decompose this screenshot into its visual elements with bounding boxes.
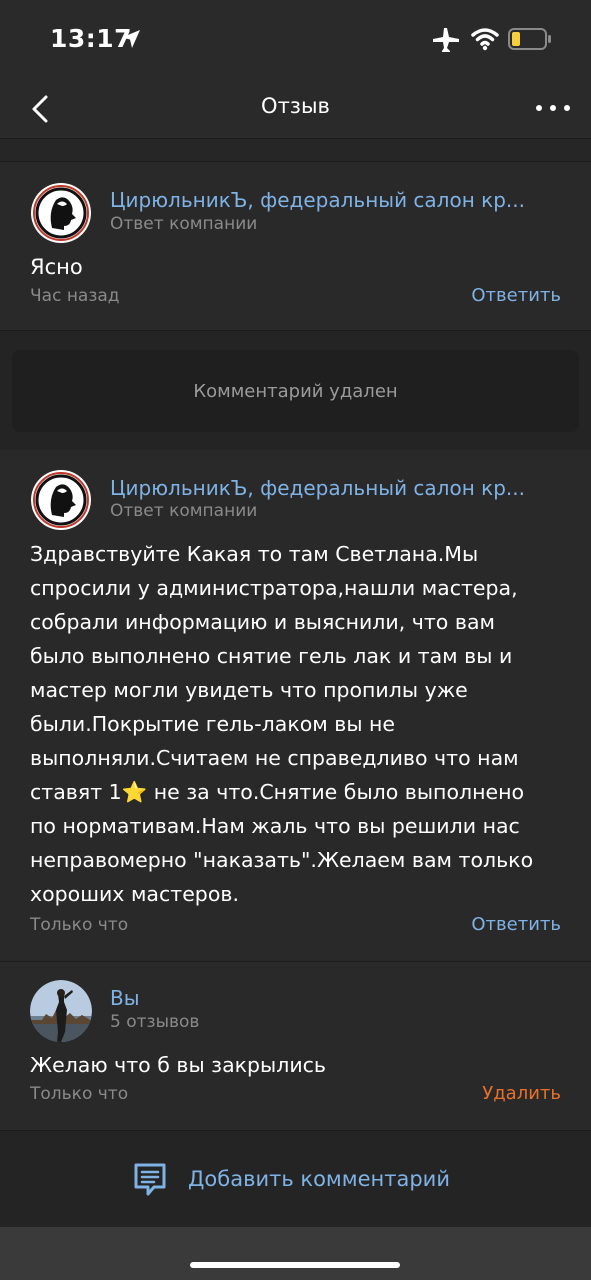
comment-text-line: хороших мастеров. — [30, 882, 239, 906]
author-subtitle: Ответ компании — [110, 214, 258, 234]
delete-button[interactable]: Удалить — [482, 1083, 561, 1104]
comment-text: Желаю что б вы закрылись — [30, 1053, 327, 1077]
author-name[interactable]: Вы — [110, 986, 140, 1010]
comment-card: Вы 5 отзывов Желаю что б вы закрылись То… — [0, 962, 591, 1131]
comment-text-line: выполняли.Считаем не справедливо что нам — [30, 746, 519, 770]
reply-button[interactable]: Ответить — [471, 914, 561, 935]
author-name[interactable]: ЦирюльникЪ, федеральный салон кр... — [110, 188, 525, 212]
wifi-icon — [471, 28, 499, 51]
comment-text-line: по нормативам.Нам жаль что вы решили нас — [30, 814, 520, 838]
battery-icon — [508, 28, 551, 50]
comment-text-line: спросили у администратора,нашли мастера, — [30, 576, 518, 600]
comment-card: ЦирюльникЪ, федеральный салон кр... Отве… — [0, 162, 591, 331]
divider — [0, 139, 591, 162]
bottom-bar — [0, 1227, 591, 1280]
comment-text-line: было выполнено снятие гель лак и там вы … — [30, 644, 513, 668]
airplane-icon — [433, 28, 459, 52]
reply-button[interactable]: Ответить — [471, 285, 561, 306]
deleted-comment-notice: Комментарий удален — [12, 350, 579, 432]
author-subtitle: 5 отзывов — [110, 1012, 200, 1032]
comment-text-line: собрали информацию и выяснили, что вам — [30, 610, 495, 634]
author-subtitle: Ответ компании — [110, 501, 258, 521]
author-name[interactable]: ЦирюльникЪ, федеральный салон кр... — [110, 476, 525, 500]
comment-time: Только что — [30, 1084, 129, 1104]
location-arrow-icon — [122, 30, 140, 48]
ellipsis-icon — [536, 105, 542, 111]
status-bar: 13:17 — [0, 0, 591, 80]
more-options-button[interactable] — [533, 90, 573, 126]
comment-time: Только что — [30, 915, 129, 935]
navigation-bar: Отзыв — [0, 80, 591, 139]
comment-time: Час назад — [30, 286, 120, 306]
add-comment-button[interactable]: Добавить комментарий — [130, 1159, 450, 1199]
company-avatar[interactable] — [30, 469, 92, 531]
home-indicator[interactable] — [190, 1262, 400, 1268]
comment-text-line: ставят 1⭐ не за что.Снятие было выполнен… — [30, 780, 525, 804]
comment-text-line: были.Покрытие гель-лаком вы не — [30, 712, 396, 736]
page-title: Отзыв — [261, 94, 330, 118]
comment-text-line: мастер могли увидеть что пропилы уже — [30, 678, 468, 702]
company-avatar[interactable] — [30, 182, 92, 244]
add-comment-label: Добавить комментарий — [188, 1167, 450, 1191]
comment-text: Здравствуйте Какая то там Светлана.Мы сп… — [30, 537, 565, 911]
comment-text-line: неправомерно "наказать".Желаем вам тольк… — [30, 848, 534, 872]
comment-text: Ясно — [30, 255, 83, 279]
comment-icon — [134, 1163, 166, 1196]
add-comment-bar: Добавить комментарий — [0, 1131, 591, 1227]
user-avatar[interactable] — [30, 980, 92, 1042]
comment-card: ЦирюльникЪ, федеральный салон кр... Отве… — [0, 450, 591, 962]
comment-text-line: Здравствуйте Какая то там Светлана.Мы — [30, 542, 479, 566]
